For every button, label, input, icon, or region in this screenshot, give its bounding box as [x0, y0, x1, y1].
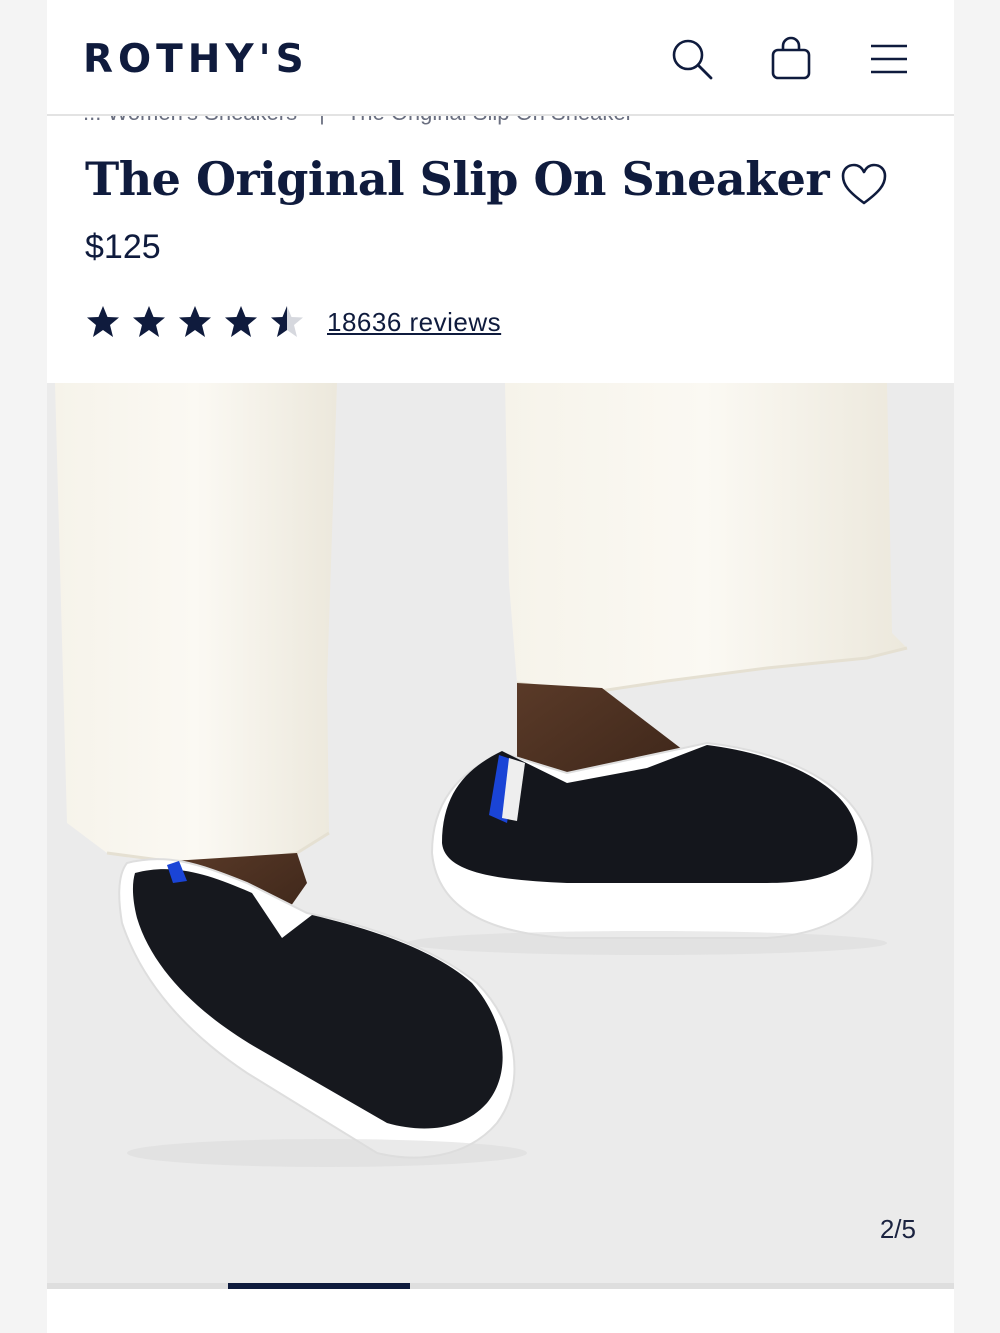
carousel-progress-track: [47, 1283, 954, 1289]
bag-icon[interactable]: [768, 36, 814, 82]
top-navigation-bar: ROTHY'S: [47, 0, 954, 116]
menu-icon[interactable]: [866, 36, 912, 82]
search-icon[interactable]: [669, 36, 715, 82]
product-photo: [47, 383, 954, 1283]
star-full-icon: [179, 306, 211, 337]
rating-row: 18636 reviews: [85, 302, 501, 342]
reviews-link[interactable]: 18636 reviews: [327, 307, 501, 338]
star-full-icon: [225, 306, 257, 337]
brand-logo[interactable]: ROTHY'S: [83, 37, 309, 82]
page-frame: ROTHY'S ... Women's Sneakers|The Origina…: [47, 0, 954, 1333]
carousel-progress-indicator: [228, 1283, 410, 1289]
product-image-carousel[interactable]: 2/5: [47, 383, 954, 1283]
heart-icon[interactable]: [839, 160, 889, 210]
star-full-icon: [133, 306, 165, 337]
image-counter: 2/5: [879, 1214, 916, 1244]
star-rating[interactable]: [85, 304, 305, 340]
star-half-icon: [271, 306, 303, 337]
product-price: $125: [85, 228, 161, 266]
star-full-icon: [87, 306, 119, 337]
product-title: The Original Slip On Sneaker: [85, 152, 830, 206]
